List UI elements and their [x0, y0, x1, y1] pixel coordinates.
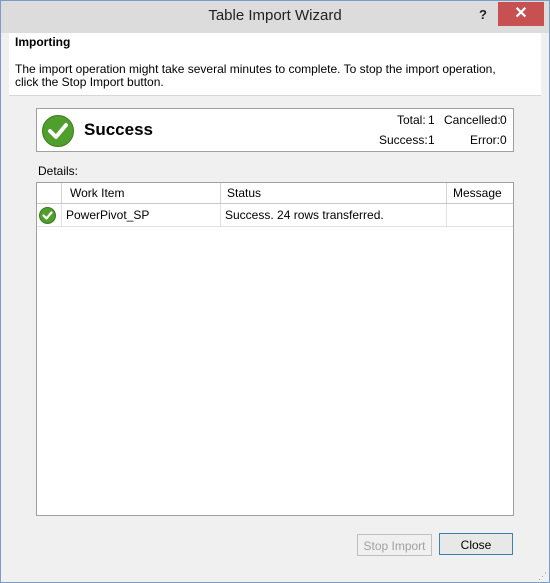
table-header: Work Item Status Message: [37, 183, 513, 204]
column-header-work-item[interactable]: Work Item: [61, 183, 229, 203]
error-value: 0: [500, 133, 507, 147]
work-item-cell: PowerPivot_SP: [61, 204, 225, 226]
success-label: Success:: [379, 133, 428, 147]
status-summary-box: Success Total: 1 Cancelled: 0 Success: 1…: [36, 108, 514, 152]
details-table[interactable]: Work Item Status Message PowerPivot_SP S…: [36, 182, 514, 516]
message-cell: [446, 204, 518, 226]
header-title: Importing: [15, 35, 71, 49]
header-panel: Importing The import operation might tak…: [9, 33, 541, 96]
window-close-button[interactable]: ✕: [498, 2, 544, 26]
window-title: Table Import Wizard: [208, 7, 342, 24]
help-button[interactable]: ?: [472, 5, 494, 25]
status-label: Success: [84, 120, 153, 139]
success-check-icon: [39, 207, 56, 224]
error-label: Error:: [470, 133, 500, 147]
stop-import-button[interactable]: Stop Import: [357, 534, 432, 556]
total-label: Total:: [397, 113, 426, 127]
total-value: 1: [428, 113, 435, 127]
status-cell: Success. 24 rows transferred.: [220, 204, 445, 226]
success-check-icon: [42, 115, 74, 147]
column-header-message[interactable]: Message: [446, 183, 520, 203]
cancelled-value: 0: [500, 113, 507, 127]
column-header-status[interactable]: Status: [220, 183, 447, 203]
details-label: Details:: [38, 164, 79, 178]
success-value: 1: [428, 133, 435, 147]
table-row[interactable]: PowerPivot_SP Success. 24 rows transferr…: [37, 204, 513, 227]
close-button[interactable]: Close: [439, 533, 513, 555]
resize-grip-icon[interactable]: ⋰: [538, 571, 548, 581]
title-bar: Table Import Wizard ? ✕: [1, 1, 549, 33]
header-description: The import operation might take several …: [15, 62, 496, 89]
cancelled-label: Cancelled:: [444, 113, 501, 127]
